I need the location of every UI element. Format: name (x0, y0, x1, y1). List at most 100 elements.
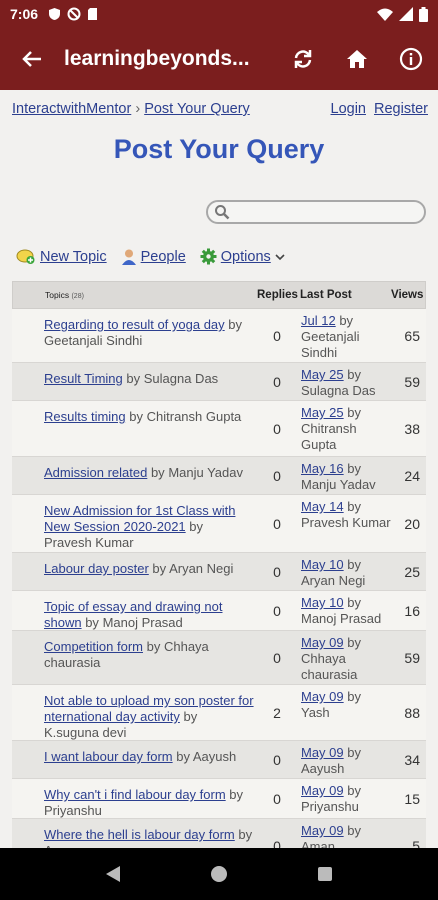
page-title: Post Your Query (113, 134, 325, 164)
by-label: by (347, 595, 361, 610)
last-post-date-link[interactable]: May 25 (301, 367, 344, 382)
topic-title-link[interactable]: Admission related (44, 465, 147, 480)
table-row[interactable]: Not able to upload my son poster for nte… (12, 685, 426, 741)
last-post-cell: May 09 by Aman (301, 823, 391, 848)
table-row[interactable]: Why can't i find labour day form by Priy… (12, 779, 426, 819)
topic-title-link[interactable]: Labour day poster (44, 561, 149, 576)
new-topic-icon (16, 249, 35, 264)
topic-cell: Labour day poster by Aryan Negi (44, 561, 254, 577)
topic-author: Pravesh Kumar (44, 535, 134, 550)
topic-title-link[interactable]: New Admission for 1st Class with New Ses… (44, 503, 235, 534)
last-post-date-link[interactable]: May 10 (301, 557, 344, 572)
topic-title-link[interactable]: I want labour day form (44, 749, 173, 764)
last-post-header: Last Post (300, 289, 352, 301)
people-icon (121, 249, 136, 265)
new-topic-link[interactable]: New Topic (40, 249, 107, 265)
replies-count: 0 (273, 564, 281, 580)
table-row[interactable]: Results timing by Chitransh Gupta 0 May 25… (12, 401, 426, 457)
last-post-date-link[interactable]: Jul 12 (301, 313, 336, 328)
views-count: 25 (404, 564, 420, 580)
topic-title-link[interactable]: Why can't i find labour day form (44, 787, 226, 802)
by-label: by (347, 823, 361, 838)
topic-author: Geetanjali Sindhi (44, 333, 143, 348)
people-link[interactable]: People (141, 249, 186, 265)
signal-icon (399, 7, 413, 21)
home-button[interactable] (330, 28, 384, 90)
last-post-author: Aayush (301, 761, 345, 776)
table-row[interactable]: Competition form by Chhaya chaurasia 0 May… (12, 631, 426, 685)
table-row[interactable]: New Admission for 1st Class with New Ses… (12, 495, 426, 553)
topic-cell: New Admission for 1st Class with New Ses… (44, 503, 254, 551)
table-row[interactable]: Result Timing by Sulagna Das 0 May 25 by S… (12, 363, 426, 401)
topic-title-link[interactable]: Result Timing (44, 371, 123, 386)
status-bar: 7:06 (0, 0, 438, 28)
nav-home-button[interactable] (199, 854, 239, 894)
page-content: InteractwithMentor › Post Your Query Log… (0, 90, 438, 848)
last-post-author: Chhaya chaurasia (301, 651, 358, 682)
topic-cell: Not able to upload my son poster for nte… (44, 693, 254, 741)
nav-back-button[interactable] (93, 854, 133, 894)
by-label: by (150, 465, 165, 480)
topics-header-label: Topics (45, 290, 70, 300)
last-post-cell: Jul 12 by Geetanjali Sindhi (301, 313, 391, 361)
topic-cell: Result Timing by Sulagna Das (44, 371, 254, 387)
table-row[interactable]: I want labour day form by Aayush 0 May 09 … (12, 741, 426, 779)
last-post-date-link[interactable]: May 09 (301, 745, 344, 760)
info-button[interactable] (384, 28, 438, 90)
by-label: by (189, 519, 204, 534)
last-post-date-link[interactable]: May 25 (301, 405, 344, 420)
back-triangle-icon (106, 866, 120, 882)
refresh-button[interactable] (276, 28, 330, 90)
last-post-date-link[interactable]: May 14 (301, 499, 344, 514)
table-row[interactable]: Topic of essay and drawing not shown by … (12, 591, 426, 631)
breadcrumb-root-link[interactable]: InteractwithMentor (12, 101, 131, 117)
topic-title-link[interactable]: Regarding to result of yoga day (44, 317, 225, 332)
last-post-date-link[interactable]: May 09 (301, 635, 344, 650)
last-post-author: Aman (301, 839, 335, 848)
replies-count: 0 (273, 421, 281, 437)
last-post-cell: May 09 by Chhaya chaurasia (301, 635, 391, 683)
back-button[interactable] (0, 50, 64, 68)
table-row[interactable]: Admission related by Manju Yadav 0 May 16 … (12, 457, 426, 495)
views-count: 15 (404, 791, 420, 807)
register-link[interactable]: Register (374, 101, 428, 117)
table-row[interactable]: Where the hell is labour day form by Ama… (12, 819, 426, 848)
topic-title-link[interactable]: Not able to upload my son poster for nte… (44, 693, 254, 724)
last-post-date-link[interactable]: May 09 (301, 689, 344, 704)
replies-count: 0 (273, 650, 281, 666)
gear-icon (200, 248, 217, 265)
replies-count: 0 (273, 791, 281, 807)
shield-icon (49, 8, 61, 20)
topic-title-link[interactable]: Results timing (44, 409, 126, 424)
nav-recents-button[interactable] (305, 854, 345, 894)
topic-cell: Why can't i find labour day form by Priy… (44, 787, 254, 819)
last-post-date-link[interactable]: May 16 (301, 461, 344, 476)
replies-count: 0 (273, 752, 281, 768)
breadcrumb-current-link[interactable]: Post Your Query (144, 101, 250, 117)
replies-count: 0 (273, 374, 281, 390)
topics-header: Topics (28) (45, 290, 84, 300)
table-row[interactable]: Regarding to result of yoga day by Geeta… (12, 309, 426, 363)
login-link[interactable]: Login (331, 101, 366, 117)
last-post-cell: May 25 by Chitransh Gupta (301, 405, 391, 453)
last-post-date-link[interactable]: May 10 (301, 595, 344, 610)
options-link[interactable]: Options (221, 249, 271, 265)
replies-count: 0 (273, 468, 281, 484)
last-post-cell: May 09 by Yash (301, 689, 391, 721)
last-post-cell: May 10 by Manoj Prasad (301, 595, 391, 627)
search-box (206, 200, 426, 224)
topic-cell: Competition form by Chhaya chaurasia (44, 639, 254, 671)
topic-title-link[interactable]: Competition form (44, 639, 143, 654)
forum-toolbar: New Topic People Options (16, 248, 285, 265)
sd-card-icon (88, 8, 98, 20)
last-post-date-link[interactable]: May 09 (301, 823, 344, 838)
topic-title-link[interactable]: Where the hell is labour day form (44, 827, 235, 842)
table-row[interactable]: Labour day poster by Aryan Negi 0 May 10 b… (12, 553, 426, 591)
last-post-date-link[interactable]: May 09 (301, 783, 344, 798)
by-label: by (126, 371, 141, 386)
topics-table-body: Regarding to result of yoga day by Geeta… (12, 309, 426, 848)
search-input[interactable] (234, 204, 424, 220)
by-label: by (129, 409, 143, 424)
chevron-down-icon[interactable] (275, 253, 285, 261)
topic-author: Sulagna Das (143, 371, 219, 386)
